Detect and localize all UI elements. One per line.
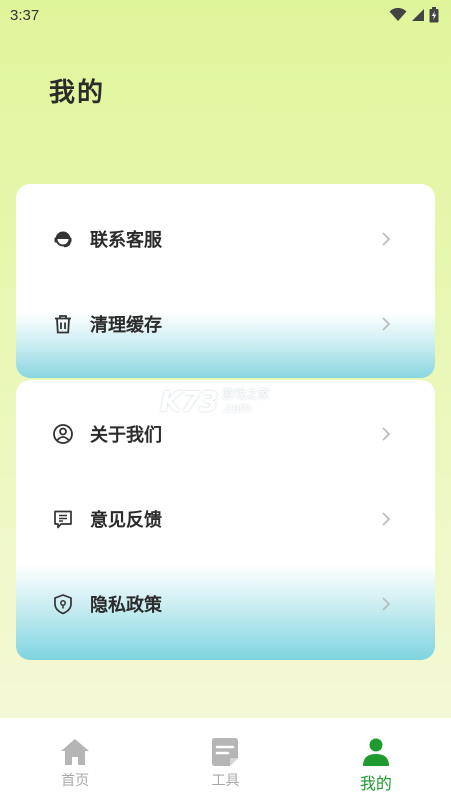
nav-label: 首页 [61, 773, 90, 789]
status-time: 3:37 [10, 6, 40, 24]
menu-item-label: 隐私政策 [90, 595, 162, 616]
chevron-right-icon [382, 232, 391, 246]
menu-item-feedback[interactable]: 意见反馈 [16, 489, 435, 549]
menu-item-contact-service[interactable]: 联系客服 [16, 209, 435, 269]
user-circle-icon [52, 423, 74, 445]
menu-item-label: 联系客服 [90, 230, 162, 251]
watermark-logo: K73 [160, 384, 219, 418]
wifi-icon [389, 8, 407, 21]
signal-icon [412, 9, 424, 21]
menu-item-clear-cache[interactable]: 清理缓存 [16, 294, 435, 354]
page-title: 我的 [49, 78, 106, 108]
nav-item-home[interactable]: 首页 [0, 718, 150, 802]
chevron-right-icon [382, 597, 391, 611]
watermark-line2: .com [221, 401, 252, 415]
nav-item-profile[interactable]: 我的 [301, 718, 451, 802]
menu-card-1: 联系客服 清理缓存 [16, 184, 435, 378]
status-bar: 3:37 [0, 0, 451, 30]
nav-item-tools[interactable]: 工具 [150, 718, 300, 802]
home-icon [59, 736, 91, 768]
menu-item-label: 意见反馈 [90, 510, 162, 531]
nav-label: 工具 [211, 773, 240, 789]
watermark-line1: 游戏之家 [221, 387, 270, 401]
trash-icon [52, 313, 74, 335]
chevron-right-icon [382, 317, 391, 331]
battery-icon [429, 7, 439, 23]
feedback-icon [52, 508, 74, 530]
watermark-text: 游戏之家 .com [222, 387, 270, 415]
chevron-right-icon [382, 512, 391, 526]
watermark: K73 游戏之家 .com [160, 382, 300, 420]
nav-label: 我的 [359, 774, 392, 793]
status-icons [389, 7, 439, 23]
menu-card-2: 关于我们 意见反馈 隐私政策 [16, 380, 435, 660]
menu-item-privacy-policy[interactable]: 隐私政策 [16, 574, 435, 634]
menu-item-label: 清理缓存 [90, 315, 162, 336]
menu-item-label: 关于我们 [90, 425, 162, 446]
chevron-right-icon [382, 427, 391, 441]
profile-icon [360, 736, 392, 768]
bottom-nav: 首页 工具 我的 [0, 718, 451, 802]
shield-icon [52, 593, 74, 615]
tools-icon [209, 736, 241, 768]
headset-icon [52, 228, 74, 250]
